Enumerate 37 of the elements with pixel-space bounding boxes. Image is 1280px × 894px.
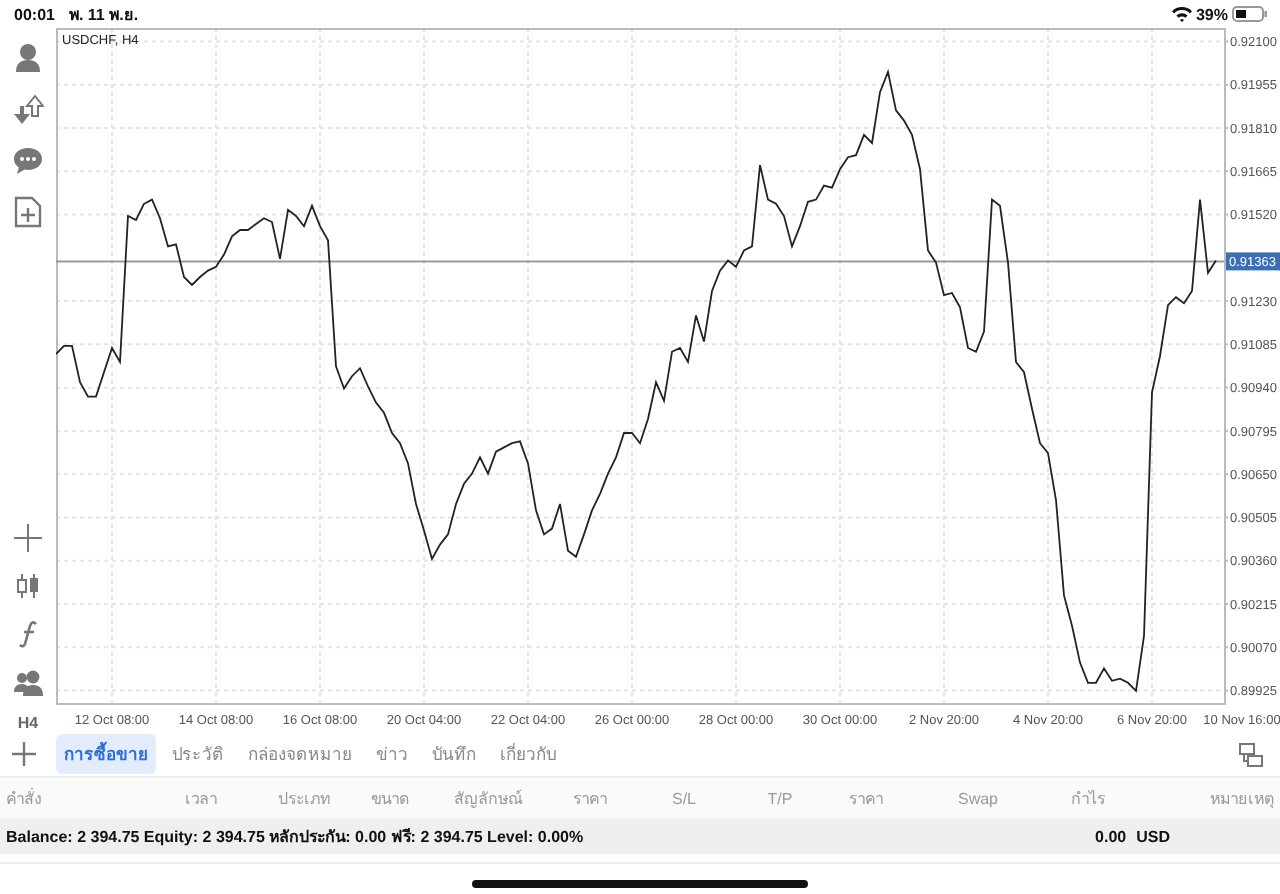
- chat-icon[interactable]: [12, 146, 44, 176]
- column-header: กำไร: [1069, 787, 1107, 811]
- tab[interactable]: เกี่ยวกับ: [492, 734, 564, 774]
- account-summary: Balance: 2 394.75 Equity: 2 394.75 หลักประกัน: 0.00 ฟรี: 2 394.75 Level: 0.00%: [6, 825, 584, 849]
- column-header: S/L: [669, 789, 698, 807]
- column-header: คำสั่ง: [6, 786, 44, 811]
- new-document-icon[interactable]: [14, 196, 42, 228]
- battery-percent: 39%: [1195, 5, 1228, 23]
- tab[interactable]: บันทึก: [424, 734, 484, 774]
- people-icon[interactable]: [12, 668, 44, 696]
- tab[interactable]: กล่องจดหมาย: [240, 734, 360, 774]
- candlestick-icon[interactable]: [14, 572, 42, 600]
- tab[interactable]: การซื้อขาย: [56, 734, 156, 774]
- column-header: T/P: [765, 789, 795, 807]
- wifi-icon: [1171, 6, 1192, 22]
- account-icon[interactable]: [12, 42, 44, 74]
- column-header: หมายเหตุ: [1208, 787, 1274, 811]
- total-profit: 0.00: [1095, 827, 1127, 845]
- windows-icon[interactable]: [1238, 741, 1264, 767]
- buy-sell-arrows-icon[interactable]: [12, 94, 44, 126]
- function-icon[interactable]: [16, 620, 40, 648]
- column-header: ราคา: [847, 787, 885, 811]
- column-header: ราคา: [571, 787, 609, 811]
- tab[interactable]: ข่าว: [368, 734, 416, 774]
- status-date: พ. 11 พ.ย.: [68, 3, 139, 27]
- battery-icon: [1232, 6, 1268, 22]
- column-header: Swap: [955, 789, 1000, 807]
- tab[interactable]: ประวัติ: [164, 734, 232, 774]
- add-icon[interactable]: [12, 742, 36, 766]
- column-header: ขนาด: [369, 787, 411, 811]
- column-header: เวลา: [183, 787, 219, 811]
- timeframe-button[interactable]: H4: [17, 714, 39, 732]
- column-header: สัญลักษณ์: [452, 787, 525, 811]
- status-time: 00:01: [14, 5, 55, 23]
- currency-label: USD: [1136, 827, 1170, 845]
- column-header: ประเภท: [276, 787, 332, 811]
- crosshair-icon[interactable]: [14, 524, 42, 552]
